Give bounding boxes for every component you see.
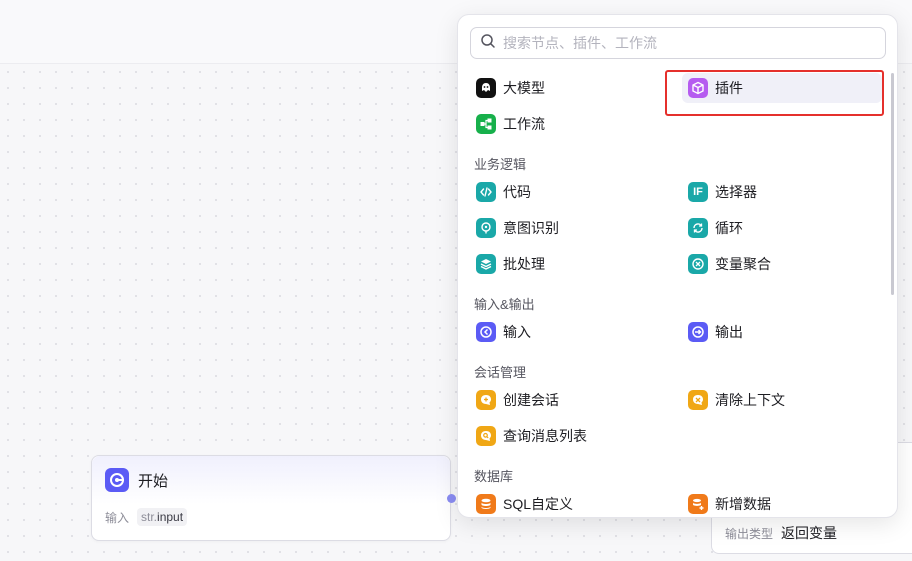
section-database: 数据库 (474, 469, 514, 484)
start-node-title: 开始 (138, 472, 169, 490)
if-icon: IF (688, 182, 708, 202)
start-node-input-row: 输入 str.input (92, 504, 450, 530)
node-item-label: 创建会话 (503, 392, 559, 408)
output-type-value: 返回变量 (781, 525, 838, 541)
sql-icon (476, 494, 496, 514)
node-item-batch[interactable]: 批处理 (470, 249, 670, 279)
node-item-label: 选择器 (715, 184, 757, 200)
output-icon (688, 322, 708, 342)
query-messages-icon (476, 426, 496, 446)
node-item-label: 工作流 (503, 116, 545, 132)
node-item-llm[interactable]: 大模型 (470, 73, 670, 103)
node-item-sql-custom[interactable]: SQL自定义 (470, 489, 670, 517)
end-node-output-row: 输出类型 返回变量 (725, 523, 837, 543)
node-item-add-data[interactable]: 新增数据 (682, 489, 882, 517)
batch-icon (476, 254, 496, 274)
node-item-label: 新增数据 (715, 496, 771, 512)
llm-icon (476, 78, 496, 98)
search-box[interactable] (470, 27, 886, 59)
search-icon (480, 33, 496, 54)
node-item-label: 大模型 (503, 80, 545, 96)
node-item-plugin[interactable]: 插件 (682, 73, 882, 103)
start-node-output-port[interactable] (447, 494, 456, 503)
node-item-intent[interactable]: 意图识别 (470, 213, 670, 243)
input-label: 输入 (105, 510, 130, 525)
clear-context-icon (688, 390, 708, 410)
node-item-label: 输出 (715, 324, 743, 340)
node-item-workflow[interactable]: 工作流 (470, 109, 670, 139)
node-item-variable-aggregate[interactable]: 变量聚合 (682, 249, 882, 279)
node-item-label: 查询消息列表 (503, 428, 587, 444)
section-conversation: 会话管理 (474, 365, 527, 380)
workflow-icon (476, 114, 496, 134)
add-data-icon (688, 494, 708, 514)
node-item-label: 批处理 (503, 256, 545, 272)
node-item-query-messages[interactable]: 查询消息列表 (470, 421, 670, 451)
node-item-input[interactable]: 输入 (470, 317, 670, 347)
start-node-header: 开始 (92, 456, 450, 504)
node-item-selector[interactable]: IF 选择器 (682, 177, 882, 207)
loop-icon (688, 218, 708, 238)
node-item-label: 循环 (715, 220, 743, 236)
code-icon (476, 182, 496, 202)
plugin-cube-icon (688, 78, 708, 98)
node-item-label: 清除上下文 (715, 392, 785, 408)
node-item-clear-context[interactable]: 清除上下文 (682, 385, 882, 415)
node-item-create-conversation[interactable]: 创建会话 (470, 385, 670, 415)
node-item-label: 意图识别 (503, 220, 559, 236)
node-item-code[interactable]: 代码 (470, 177, 670, 207)
variable-name: input (157, 510, 184, 524)
section-input-output: 输入&输出 (474, 297, 535, 312)
node-item-label: 插件 (715, 80, 743, 96)
node-picker-panel: 大模型 插件 工作流 业务逻辑 代码 IF 选择器 意图识别 循环 (457, 14, 898, 518)
create-conversation-icon (476, 390, 496, 410)
search-input[interactable] (503, 35, 863, 51)
intent-icon (476, 218, 496, 238)
aggregate-icon (688, 254, 708, 274)
variable-chip: str.input (137, 508, 188, 526)
node-item-loop[interactable]: 循环 (682, 213, 882, 243)
node-item-label: SQL自定义 (503, 496, 574, 512)
node-item-label: 变量聚合 (715, 256, 771, 272)
node-item-label: 输入 (503, 324, 531, 340)
variable-type: str. (141, 510, 158, 524)
panel-scrollbar[interactable] (891, 73, 894, 295)
start-node[interactable]: 开始 输入 str.input (91, 455, 451, 541)
node-item-output[interactable]: 输出 (682, 317, 882, 347)
input-icon (476, 322, 496, 342)
start-icon (105, 468, 129, 492)
section-business-logic: 业务逻辑 (474, 157, 527, 172)
output-type-label: 输出类型 (725, 526, 774, 541)
node-item-label: 代码 (503, 184, 531, 200)
